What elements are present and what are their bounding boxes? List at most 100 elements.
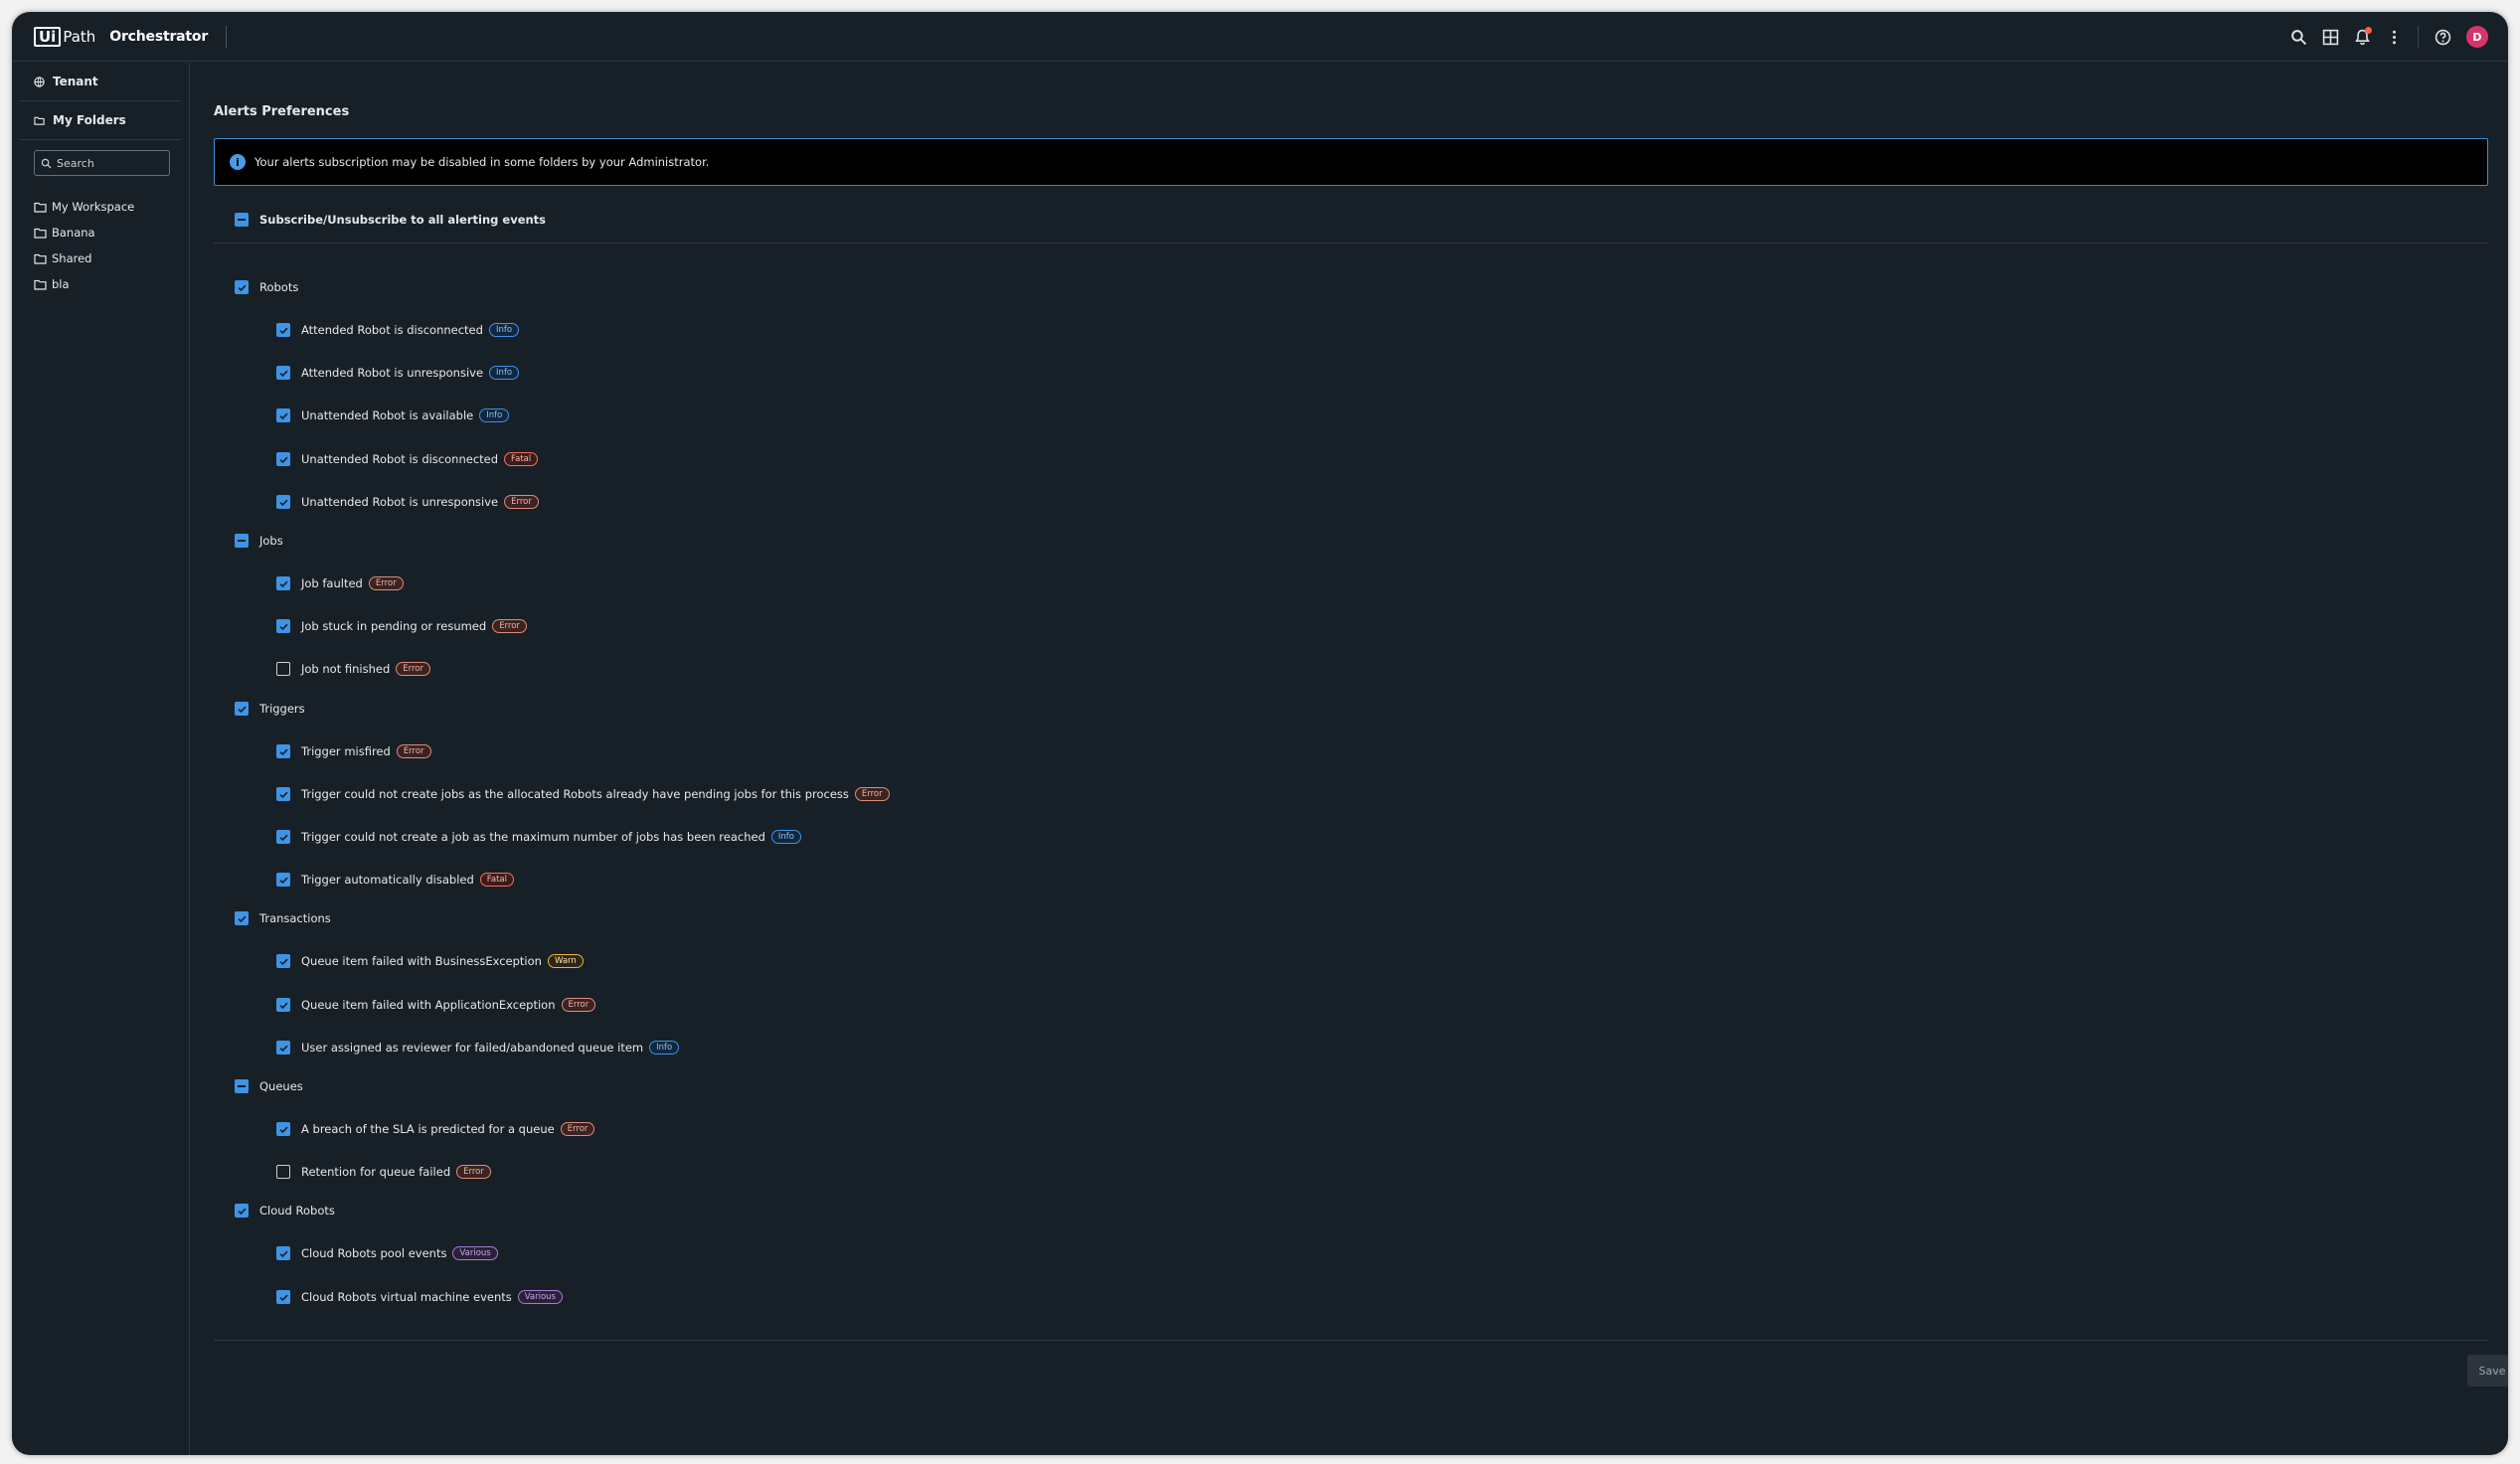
alert-checkbox[interactable]	[276, 662, 290, 676]
alert-row[interactable]: Cloud Robots pool events Various	[276, 1243, 498, 1263]
alert-label: Unattended Robot is available	[301, 408, 474, 422]
logo-path: Path	[63, 27, 96, 46]
folder-icon	[34, 202, 47, 213]
alert-checkbox[interactable]	[276, 998, 290, 1012]
tenant-item[interactable]: Tenant	[12, 63, 189, 100]
alert-row[interactable]: A breach of the SLA is predicted for a q…	[276, 1119, 595, 1139]
alert-checkbox[interactable]	[276, 1246, 290, 1260]
group-row-robots[interactable]: Robots	[235, 277, 298, 297]
alert-checkbox[interactable]	[276, 1122, 290, 1136]
group-checkbox[interactable]	[235, 911, 249, 925]
severity-badge: Error	[492, 619, 527, 633]
alerts-preferences-panel: Alerts Preferences i Your alerts subscri…	[191, 63, 2508, 1455]
notification-dot	[2365, 27, 2372, 34]
uipath-logo[interactable]: Ui Path Orchestrator	[34, 12, 228, 62]
group-row-jobs[interactable]: Jobs	[235, 531, 283, 551]
alert-row[interactable]: Attended Robot is disconnected Info	[276, 320, 520, 340]
alert-row[interactable]: User assigned as reviewer for failed/aba…	[276, 1038, 680, 1057]
folder-item[interactable]: bla	[12, 271, 189, 297]
alert-row[interactable]: Attended Robot is unresponsive Info	[276, 363, 520, 383]
alert-label: Trigger automatically disabled	[301, 873, 474, 887]
alert-checkbox[interactable]	[276, 954, 290, 968]
alert-checkbox[interactable]	[276, 323, 290, 337]
alert-checkbox[interactable]	[276, 452, 290, 466]
group-row-triggers[interactable]: Triggers	[235, 699, 305, 719]
subscribe-all-row[interactable]: Subscribe/Unsubscribe to all alerting ev…	[235, 210, 546, 230]
tenant-label: Tenant	[53, 75, 98, 88]
group-row-transactions[interactable]: Transactions	[235, 908, 331, 928]
alert-label: Queue item failed with BusinessException	[301, 954, 542, 968]
alert-checkbox[interactable]	[276, 619, 290, 633]
folder-icon	[34, 253, 47, 264]
search-icon[interactable]	[2282, 21, 2314, 53]
group-checkbox[interactable]	[235, 1079, 249, 1093]
group-checkbox[interactable]	[235, 534, 249, 548]
alert-checkbox[interactable]	[276, 576, 290, 590]
group-row-queues[interactable]: Queues	[235, 1076, 303, 1096]
severity-badge: Error	[560, 1122, 595, 1136]
more-vertical-icon[interactable]	[2378, 21, 2410, 53]
alert-row[interactable]: Trigger could not create jobs as the all…	[276, 784, 890, 804]
alert-checkbox[interactable]	[276, 1165, 290, 1179]
my-folders-label: My Folders	[53, 113, 126, 127]
save-button[interactable]: Save	[2467, 1355, 2508, 1386]
avatar[interactable]: D	[2466, 26, 2488, 48]
alert-row[interactable]: Unattended Robot is disconnected Fatal	[276, 449, 539, 469]
apps-grid-icon[interactable]	[2314, 21, 2346, 53]
alert-label: Job faulted	[301, 576, 363, 590]
alert-row[interactable]: Job faulted Error	[276, 573, 404, 593]
alert-label: Cloud Robots pool events	[301, 1246, 447, 1260]
alert-checkbox[interactable]	[276, 366, 290, 380]
folder-label: My Workspace	[52, 200, 135, 214]
group-label: Jobs	[259, 534, 283, 548]
group-row-cloud-robots[interactable]: Cloud Robots	[235, 1201, 335, 1220]
alert-row[interactable]: Trigger automatically disabled Fatal	[276, 870, 515, 890]
product-name: Orchestrator	[109, 28, 209, 45]
severity-badge: Info	[489, 366, 520, 380]
subscribe-all-checkbox[interactable]	[235, 213, 249, 227]
alert-checkbox[interactable]	[276, 1290, 290, 1304]
alert-row[interactable]: Trigger misfired Error	[276, 741, 431, 761]
alert-row[interactable]: Unattended Robot is available Info	[276, 406, 510, 425]
severity-badge: Info	[479, 408, 510, 422]
help-icon[interactable]	[2427, 21, 2458, 53]
folder-search-input[interactable]: Search	[34, 150, 170, 176]
alert-row[interactable]: Retention for queue failed Error	[276, 1162, 491, 1182]
footer-divider	[214, 1340, 2488, 1341]
alert-checkbox[interactable]	[276, 744, 290, 758]
alert-label: Unattended Robot is disconnected	[301, 452, 499, 466]
alert-row[interactable]: Queue item failed with ApplicationExcept…	[276, 995, 596, 1015]
severity-badge: Info	[649, 1041, 680, 1055]
alert-row[interactable]: Trigger could not create a job as the ma…	[276, 827, 801, 847]
alert-row[interactable]: Unattended Robot is unresponsive Error	[276, 492, 539, 512]
alert-row[interactable]: Queue item failed with BusinessException…	[276, 951, 584, 971]
group-label: Transactions	[259, 911, 331, 925]
alert-row[interactable]: Job not finished Error	[276, 659, 430, 679]
alert-label: Job stuck in pending or resumed	[301, 619, 487, 633]
folder-icon	[34, 228, 47, 239]
my-folders-item[interactable]: My Folders	[12, 101, 189, 139]
info-icon: i	[230, 154, 246, 170]
alert-row[interactable]: Job stuck in pending or resumed Error	[276, 616, 527, 636]
severity-badge: Error	[396, 662, 430, 676]
alert-checkbox[interactable]	[276, 408, 290, 422]
folder-item[interactable]: My Workspace	[12, 194, 189, 220]
alert-checkbox[interactable]	[276, 787, 290, 801]
alert-label: Queue item failed with ApplicationExcept…	[301, 998, 556, 1012]
folder-item[interactable]: Shared	[12, 245, 189, 271]
folder-item[interactable]: Banana	[12, 220, 189, 245]
bell-icon[interactable]	[2346, 21, 2378, 53]
alert-checkbox[interactable]	[276, 1041, 290, 1055]
alert-checkbox[interactable]	[276, 873, 290, 887]
group-checkbox[interactable]	[235, 702, 249, 716]
alert-label: Retention for queue failed	[301, 1165, 451, 1179]
app-window: Ui Path Orchestrator D Tenant My Folders…	[12, 12, 2508, 1455]
severity-badge: Error	[368, 576, 404, 590]
group-checkbox[interactable]	[235, 1204, 249, 1218]
alert-checkbox[interactable]	[276, 830, 290, 844]
folder-icon	[34, 116, 45, 125]
alert-row[interactable]: Cloud Robots virtual machine events Vario…	[276, 1287, 564, 1307]
alert-checkbox[interactable]	[276, 495, 290, 509]
group-checkbox[interactable]	[235, 280, 249, 294]
severity-badge: Error	[456, 1165, 491, 1179]
